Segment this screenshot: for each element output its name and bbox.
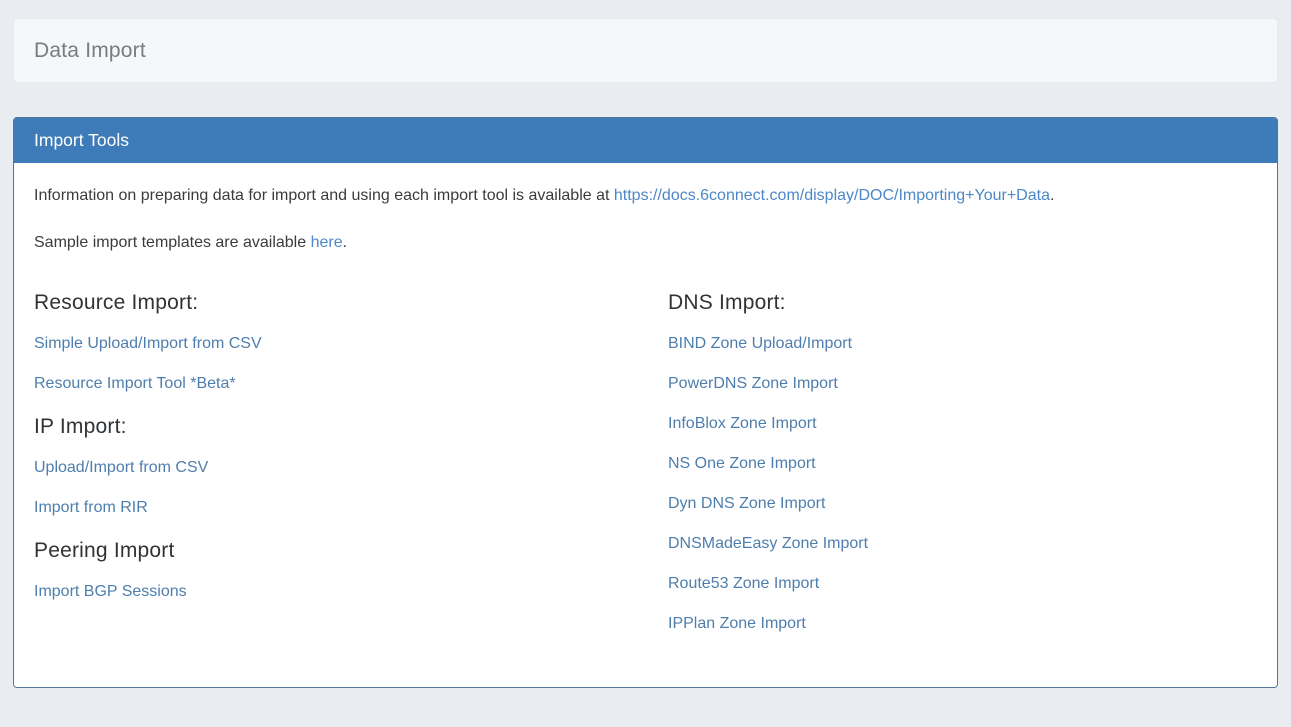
section-heading: DNS Import:	[668, 289, 1257, 317]
import-link-row: Route53 Zone Import	[668, 573, 1257, 595]
import-tool-link[interactable]: Simple Upload/Import from CSV	[34, 335, 262, 352]
templates-here-link[interactable]: here	[311, 234, 343, 251]
import-link-row: Simple Upload/Import from CSV	[34, 333, 668, 355]
import-tool-link[interactable]: Import BGP Sessions	[34, 583, 187, 600]
import-tool-link[interactable]: DNSMadeEasy Zone Import	[668, 535, 868, 552]
intro-line-2-prefix: Sample import templates are available	[34, 234, 311, 251]
import-link-row: Resource Import Tool *Beta*	[34, 373, 668, 395]
intro-line-2: Sample import templates are available he…	[34, 232, 1257, 254]
import-tool-link[interactable]: IPPlan Zone Import	[668, 615, 806, 632]
intro-line-1-prefix: Information on preparing data for import…	[34, 187, 614, 204]
import-link-row: PowerDNS Zone Import	[668, 373, 1257, 395]
page-title: Data Import	[34, 39, 146, 63]
import-section: IP Import: Upload/Import from CSV Import f…	[34, 413, 668, 519]
import-section: Resource Import: Simple Upload/Import fro…	[34, 289, 668, 395]
intro-line-1-suffix: .	[1050, 187, 1054, 204]
import-tool-link[interactable]: Upload/Import from CSV	[34, 459, 208, 476]
import-link-row: Dyn DNS Zone Import	[668, 493, 1257, 515]
import-columns: Resource Import: Simple Upload/Import fro…	[34, 289, 1257, 653]
import-column-right: DNS Import: BIND Zone Upload/Import PowerD…	[668, 289, 1257, 653]
import-link-row: Import BGP Sessions	[34, 581, 668, 603]
import-link-row: NS One Zone Import	[668, 453, 1257, 475]
import-link-row: Upload/Import from CSV	[34, 457, 668, 479]
section-heading: IP Import:	[34, 413, 668, 441]
import-tool-link[interactable]: BIND Zone Upload/Import	[668, 335, 852, 352]
import-section: DNS Import: BIND Zone Upload/Import PowerD…	[668, 289, 1257, 635]
import-tool-link[interactable]: Resource Import Tool *Beta*	[34, 375, 236, 392]
import-tool-link[interactable]: Import from RIR	[34, 499, 148, 516]
import-link-row: DNSMadeEasy Zone Import	[668, 533, 1257, 555]
import-section: Peering Import Import BGP Sessions	[34, 537, 668, 603]
panel-title: Import Tools	[34, 130, 129, 151]
import-link-row: Import from RIR	[34, 497, 668, 519]
import-tool-link[interactable]: PowerDNS Zone Import	[668, 375, 838, 392]
import-tools-panel: Import Tools Information on preparing da…	[13, 117, 1278, 688]
section-heading: Resource Import:	[34, 289, 668, 317]
intro-line-2-suffix: .	[343, 234, 347, 251]
intro-line-1: Information on preparing data for import…	[34, 185, 1257, 207]
import-tool-link[interactable]: NS One Zone Import	[668, 455, 816, 472]
import-column-left: Resource Import: Simple Upload/Import fro…	[34, 289, 668, 653]
import-tool-link[interactable]: Dyn DNS Zone Import	[668, 495, 825, 512]
panel-header: Import Tools	[14, 118, 1277, 163]
import-tool-link[interactable]: Route53 Zone Import	[668, 575, 819, 592]
page-title-bar: Data Import	[13, 18, 1278, 83]
import-tool-link[interactable]: InfoBlox Zone Import	[668, 415, 817, 432]
import-link-row: BIND Zone Upload/Import	[668, 333, 1257, 355]
docs-url-link[interactable]: https://docs.6connect.com/display/DOC/Im…	[614, 187, 1050, 204]
section-heading: Peering Import	[34, 537, 668, 565]
panel-body: Information on preparing data for import…	[14, 163, 1277, 687]
import-link-row: InfoBlox Zone Import	[668, 413, 1257, 435]
import-link-row: IPPlan Zone Import	[668, 613, 1257, 635]
